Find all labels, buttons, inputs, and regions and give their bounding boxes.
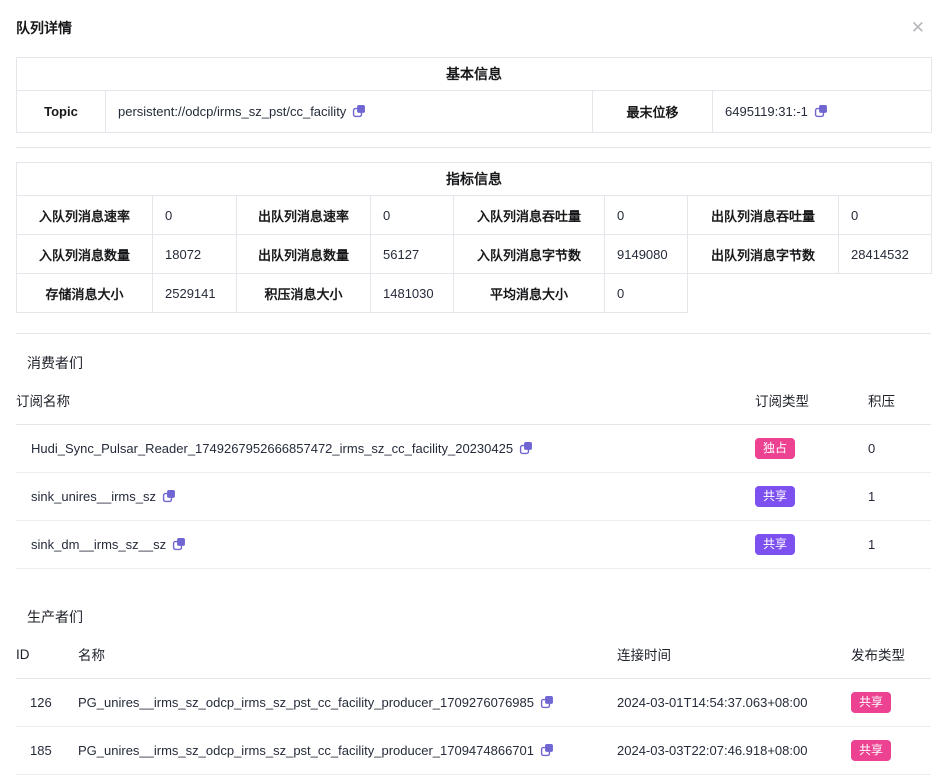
metric-label: 出队列消息字节数 (688, 235, 839, 274)
topic-value: persistent://odcp/irms_sz_pst/cc_facilit… (118, 104, 346, 119)
producer-id-cell: 126 (16, 679, 78, 727)
producer-row: 126 PG_unires__irms_sz_odcp_irms_sz_pst_… (16, 679, 931, 727)
metric-label: 存储消息大小 (17, 274, 153, 313)
metric-value: 9149080 (605, 235, 688, 274)
metric-label: 平均消息大小 (454, 274, 605, 313)
subscription-name-cell: sink_dm__irms_sz__sz (16, 521, 755, 569)
subscription-type-cell: 共享 (755, 521, 868, 569)
copy-icon[interactable] (162, 489, 176, 503)
consumer-row: sink_dm__irms_sz__sz 共享 1 (16, 521, 931, 569)
consumers-table: 订阅名称 订阅类型 积压 Hudi_Sync_Pulsar_Reader_174… (16, 388, 931, 569)
section-divider (16, 147, 931, 148)
last-offset-value: 6495119:31:-1 (725, 104, 808, 119)
metric-label: 入队列消息数量 (17, 235, 153, 274)
metrics-header: 指标信息 (17, 163, 932, 196)
producers-section-title: 生产者们 (16, 609, 931, 625)
subscription-type-badge: 独占 (755, 438, 795, 459)
subscription-name: sink_dm__irms_sz__sz (31, 537, 166, 552)
backlog-cell: 1 (868, 473, 931, 521)
metric-value: 18072 (153, 235, 237, 274)
table-row: 指标信息 (17, 163, 932, 196)
backlog-cell: 1 (868, 521, 931, 569)
copy-icon[interactable] (172, 537, 186, 551)
metric-label: 积压消息大小 (237, 274, 371, 313)
subscription-name-cell: sink_unires__irms_sz (16, 473, 755, 521)
copy-icon[interactable] (814, 104, 828, 118)
producer-name: PG_unires__irms_sz_odcp_irms_sz_pst_cc_f… (78, 695, 534, 710)
connect-time-cell: 2024-03-03T22:07:46.918+08:00 (617, 727, 851, 775)
topic-value-cell: persistent://odcp/irms_sz_pst/cc_facilit… (106, 91, 593, 133)
close-icon[interactable]: ✕ (911, 20, 925, 36)
producer-id-cell: 185 (16, 727, 78, 775)
producer-name: PG_unires__irms_sz_odcp_irms_sz_pst_cc_f… (78, 743, 534, 758)
column-connect-time: 连接时间 (617, 642, 851, 679)
subscription-name: sink_unires__irms_sz (31, 489, 156, 504)
subscription-type-cell: 独占 (755, 425, 868, 473)
connect-time-cell: 2024-03-01T14:54:37.063+08:00 (617, 679, 851, 727)
table-row: 入队列消息速率 0 出队列消息速率 0 入队列消息吞吐量 0 出队列消息吞吐量 … (17, 196, 932, 235)
basic-info-header: 基本信息 (17, 58, 932, 91)
column-subscription-type: 订阅类型 (755, 388, 868, 425)
metric-label: 出队列消息数量 (237, 235, 371, 274)
copy-icon[interactable] (519, 441, 533, 455)
metric-value: 1481030 (371, 274, 454, 313)
producer-name-cell: PG_unires__irms_sz_odcp_irms_sz_pst_cc_f… (78, 679, 617, 727)
copy-icon[interactable] (540, 743, 554, 757)
backlog-cell: 0 (868, 425, 931, 473)
subscription-type-badge: 共享 (755, 534, 795, 555)
topic-label: Topic (17, 91, 106, 133)
last-offset-label: 最末位移 (593, 91, 713, 133)
subscription-name: Hudi_Sync_Pulsar_Reader_1749267952666857… (31, 441, 513, 456)
copy-icon[interactable] (352, 104, 366, 118)
section-divider (16, 333, 931, 334)
metric-label: 出队列消息速率 (237, 196, 371, 235)
last-offset-value-cell: 6495119:31:-1 (713, 91, 932, 133)
column-subscription-name: 订阅名称 (16, 388, 755, 425)
metric-value: 28414532 (839, 235, 932, 274)
publish-type-badge: 共享 (851, 692, 891, 713)
copy-icon[interactable] (540, 695, 554, 709)
producer-row: 185 PG_unires__irms_sz_odcp_irms_sz_pst_… (16, 727, 931, 775)
metric-value: 56127 (371, 235, 454, 274)
page-title: 队列详情 (16, 20, 72, 36)
metric-value: 2529141 (153, 274, 237, 313)
table-row: Topic persistent://odcp/irms_sz_pst/cc_f… (17, 91, 932, 133)
metric-label: 入队列消息速率 (17, 196, 153, 235)
column-publish-type: 发布类型 (851, 642, 931, 679)
column-id: ID (16, 642, 78, 679)
metric-label: 入队列消息吞吐量 (454, 196, 605, 235)
metric-value: 0 (605, 274, 688, 313)
basic-info-table: 基本信息 Topic persistent://odcp/irms_sz_pst… (16, 57, 932, 133)
table-row: 入队列消息数量 18072 出队列消息数量 56127 入队列消息字节数 914… (17, 235, 932, 274)
publish-type-cell: 共享 (851, 679, 931, 727)
empty-cell (688, 274, 932, 313)
table-row: 存储消息大小 2529141 积压消息大小 1481030 平均消息大小 0 (17, 274, 932, 313)
column-backlog: 积压 (868, 388, 931, 425)
metrics-table: 指标信息 入队列消息速率 0 出队列消息速率 0 入队列消息吞吐量 0 出队列消… (16, 162, 932, 313)
modal-header: 队列详情 ✕ (16, 20, 931, 36)
column-name: 名称 (78, 642, 617, 679)
metric-value: 0 (153, 196, 237, 235)
metric-label: 出队列消息吞吐量 (688, 196, 839, 235)
metric-value: 0 (605, 196, 688, 235)
subscription-name-cell: Hudi_Sync_Pulsar_Reader_1749267952666857… (16, 425, 755, 473)
metric-value: 0 (839, 196, 932, 235)
consumer-row: Hudi_Sync_Pulsar_Reader_1749267952666857… (16, 425, 931, 473)
table-header-row: ID 名称 连接时间 发布类型 (16, 642, 931, 679)
subscription-type-cell: 共享 (755, 473, 868, 521)
producers-table: ID 名称 连接时间 发布类型 126 PG_unires__irms_sz_o… (16, 642, 931, 775)
consumers-section-title: 消费者们 (16, 355, 931, 371)
table-row: 基本信息 (17, 58, 932, 91)
publish-type-badge: 共享 (851, 740, 891, 761)
queue-detail-modal: 队列详情 ✕ 基本信息 Topic persistent://odcp/irms… (0, 0, 947, 775)
publish-type-cell: 共享 (851, 727, 931, 775)
subscription-type-badge: 共享 (755, 486, 795, 507)
producer-name-cell: PG_unires__irms_sz_odcp_irms_sz_pst_cc_f… (78, 727, 617, 775)
metric-label: 入队列消息字节数 (454, 235, 605, 274)
table-header-row: 订阅名称 订阅类型 积压 (16, 388, 931, 425)
metric-value: 0 (371, 196, 454, 235)
consumer-row: sink_unires__irms_sz 共享 1 (16, 473, 931, 521)
